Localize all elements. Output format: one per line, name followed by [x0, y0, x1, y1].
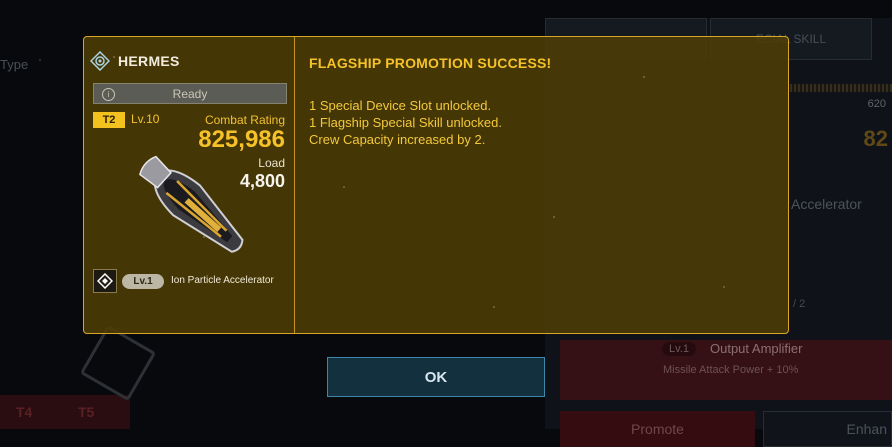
message-title: FLAGSHIP PROMOTION SUCCESS!	[309, 55, 552, 71]
device-level-badge: Lv.1	[122, 274, 164, 289]
ship-status: Ready	[172, 86, 208, 101]
ship-level: Lv.10	[131, 112, 160, 126]
bg-amp-level: Lv.1	[662, 342, 696, 356]
bg-combat-partial: 82	[863, 126, 888, 151]
info-icon[interactable]: i	[102, 88, 115, 101]
bg-type-label: Type	[0, 57, 29, 72]
message-body: 1 Special Device Slot unlocked. 1 Flagsh…	[309, 97, 502, 148]
bg-rating-partial: 620	[867, 98, 886, 110]
ship-status-bar: i Ready	[93, 83, 287, 104]
dialog-divider	[294, 37, 295, 333]
bg-slot-count: / 2	[793, 298, 806, 310]
bg-tier-t4[interactable]: T4	[16, 404, 32, 420]
tier-badge: T2	[93, 112, 125, 128]
message-line: Crew Capacity increased by 2.	[309, 132, 486, 147]
promotion-dialog: HERMES i Ready T2 Lv.10 Combat Rating 82…	[83, 36, 789, 334]
message-line: 1 Special Device Slot unlocked.	[309, 98, 492, 113]
message-line: 1 Flagship Special Skill unlocked.	[309, 115, 502, 130]
ship-class-icon	[90, 51, 110, 71]
bg-tier-t5[interactable]: T5	[78, 404, 94, 420]
bg-accelerator-label: Accelerator	[791, 196, 862, 212]
diamond-icon	[97, 273, 113, 289]
device-icon	[93, 269, 117, 293]
bg-amp-name: Output Amplifier	[710, 341, 803, 356]
bg-amp-effect: Missile Attack Power + 10%	[663, 364, 799, 376]
ship-image	[139, 155, 244, 253]
device-name: Ion Particle Accelerator	[171, 275, 274, 286]
bg-promote-button[interactable]: Promote	[560, 411, 755, 447]
combat-rating-label: Combat Rating	[204, 113, 285, 127]
ok-button[interactable]: OK	[327, 357, 545, 397]
bg-enhance-button[interactable]: Enhan	[763, 411, 892, 447]
ship-name: HERMES	[118, 53, 180, 69]
bg-progress-bar	[790, 84, 892, 92]
